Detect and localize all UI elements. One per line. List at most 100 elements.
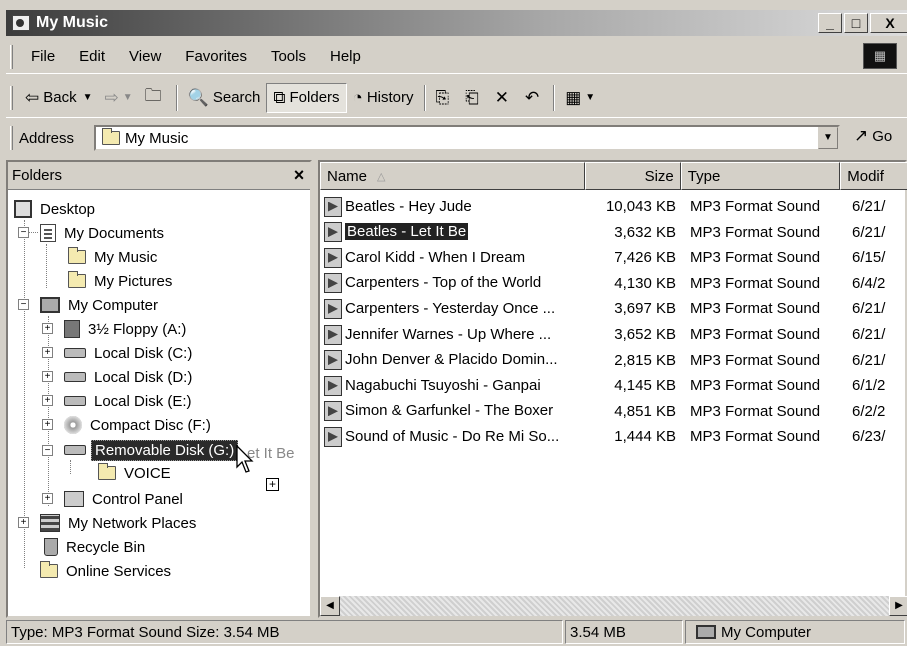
file-modified: 6/1/2 <box>852 377 886 395</box>
status-info-text: Type: MP3 Format Sound Size: 3.54 MB <box>11 623 280 641</box>
history-icon: ◔ <box>352 87 363 107</box>
tree-item-voice[interactable]: VOICE <box>98 462 174 484</box>
close-button[interactable]: X <box>870 13 907 33</box>
tree-item-removable-disk[interactable]: Removable Disk (G:) <box>64 439 239 461</box>
menu-favorites[interactable]: Favorites <box>173 48 259 65</box>
tree-item-local-disk-d[interactable]: Local Disk (D:) <box>64 366 195 388</box>
history-button[interactable]: ◔ History <box>347 83 420 113</box>
tree-item-my-pictures[interactable]: My Pictures <box>68 270 175 292</box>
search-button[interactable]: 🔍 Search <box>182 83 267 113</box>
collapse-removable-disk-icon[interactable]: − <box>42 445 53 456</box>
tree-item-online-services[interactable]: Online Services <box>40 560 174 582</box>
tree-item-label: Removable Disk (G:) <box>91 439 239 461</box>
tree-item-local-disk-e[interactable]: Local Disk (E:) <box>64 390 195 412</box>
table-row[interactable]: Simon & Garfunkel - The Boxer 4,851 KB MP3… <box>320 399 907 424</box>
back-dropdown-icon[interactable]: ▼ <box>83 92 93 103</box>
expand-local-disk-e-icon[interactable]: + <box>42 395 53 406</box>
table-row[interactable]: Jennifer Warnes - Up Where ... 3,652 KB MP… <box>320 322 907 347</box>
table-row[interactable]: Sound of Music - Do Re Mi So... 1,444 KB M… <box>320 424 907 449</box>
tree-item-my-network-places[interactable]: My Network Places <box>40 512 199 534</box>
expand-network-icon[interactable]: + <box>18 517 29 528</box>
tree-line <box>70 460 71 474</box>
address-dropdown-button[interactable]: ▼ <box>818 127 838 149</box>
forward-button[interactable]: ⇨ ▼ <box>99 83 139 113</box>
file-name: Beatles - Let It Be <box>345 223 469 241</box>
views-icon: ▦ <box>565 87 582 107</box>
file-modified: 6/21/ <box>852 198 886 215</box>
file-size: 1,444 KB <box>614 428 676 446</box>
folders-button[interactable]: ⧉ Folders <box>266 82 347 113</box>
close-pane-icon[interactable]: × <box>288 165 310 186</box>
menu-view[interactable]: View <box>117 48 173 65</box>
address-input[interactable]: My Music ▼ <box>94 125 840 151</box>
tree-item-my-documents[interactable]: My Documents <box>40 222 167 244</box>
tree-item-control-panel[interactable]: Control Panel <box>64 488 186 510</box>
tree-item-floppy[interactable]: 3½ Floppy (A:) <box>64 318 189 340</box>
tree-item-compact-disc[interactable]: Compact Disc (F:) <box>64 414 214 436</box>
status-size-text: 3.54 MB <box>570 623 626 641</box>
delete-button[interactable]: ✕ <box>489 83 519 113</box>
maximize-button[interactable]: □ <box>844 13 868 33</box>
file-name-cell: Sound of Music - Do Re Mi So... <box>320 426 586 447</box>
undo-button[interactable]: ↶ <box>519 83 549 113</box>
tree-item-desktop[interactable]: Desktop <box>14 198 98 220</box>
tree-item-my-music[interactable]: My Music <box>68 246 160 268</box>
tree-item-recycle-bin[interactable]: Recycle Bin <box>40 536 148 558</box>
expand-control-panel-icon[interactable]: + <box>42 493 53 504</box>
column-header-size[interactable]: Size <box>585 162 681 190</box>
drive-icon <box>64 372 86 382</box>
folders-pane-header: Folders × <box>8 162 310 190</box>
minimize-button[interactable]: _ <box>818 13 842 33</box>
back-button[interactable]: ⇦ Back ▼ <box>19 83 99 113</box>
forward-dropdown-icon[interactable]: ▼ <box>123 92 133 103</box>
table-row[interactable]: Nagabuchi Tsuyoshi - Ganpai 4,145 KB MP3 F… <box>320 373 907 398</box>
mp3-file-icon <box>324 375 342 396</box>
table-row[interactable]: Beatles - Hey Jude 10,043 KB MP3 Format So… <box>320 194 907 219</box>
expand-floppy-icon[interactable]: + <box>42 323 53 334</box>
mp3-file-icon <box>324 426 342 447</box>
table-row[interactable]: Carol Kidd - When I Dream 7,426 KB MP3 For… <box>320 245 907 270</box>
table-row[interactable]: John Denver & Placido Domin... 2,815 KB MP… <box>320 348 907 373</box>
menu-file[interactable]: File <box>19 48 67 65</box>
tree-item-label: Online Services <box>66 562 172 580</box>
table-row[interactable]: Carpenters - Top of the World 4,130 KB MP3… <box>320 271 907 296</box>
copy-to-icon: ⎗ <box>465 87 479 107</box>
column-size-label: Size <box>644 167 674 185</box>
sort-ascending-icon: △ <box>377 170 386 183</box>
expand-local-disk-c-icon[interactable]: + <box>42 347 53 358</box>
menu-edit[interactable]: Edit <box>67 48 117 65</box>
expand-compact-disc-icon[interactable]: + <box>42 419 53 430</box>
folders-pane-title: Folders <box>12 167 63 184</box>
table-row[interactable]: Carpenters - Yesterday Once ... 3,697 KB M… <box>320 296 907 321</box>
up-folder-icon: 🗀 <box>144 86 162 105</box>
toolbar-grip <box>10 85 13 110</box>
status-zone-text: My Computer <box>721 623 812 641</box>
move-to-button[interactable]: ⎘ <box>430 83 460 113</box>
status-bar: Type: MP3 Format Sound Size: 3.54 MB 3.5… <box>6 620 907 646</box>
copy-to-button[interactable]: ⎗ <box>459 83 489 113</box>
horizontal-scrollbar[interactable]: ◀ ▶ <box>320 596 907 616</box>
expand-local-disk-d-icon[interactable]: + <box>42 371 53 382</box>
tree-item-label: Local Disk (C:) <box>94 344 193 362</box>
scroll-left-button[interactable]: ◀ <box>320 596 340 616</box>
column-header-modified[interactable]: Modif <box>840 162 907 190</box>
file-modified: 6/21/ <box>852 223 886 241</box>
tree-line <box>24 220 25 568</box>
tree-item-local-disk-c[interactable]: Local Disk (C:) <box>64 342 195 364</box>
go-button[interactable]: ↗ Go <box>854 126 892 146</box>
scroll-right-button[interactable]: ▶ <box>889 596 907 616</box>
tree-item-label: Control Panel <box>92 490 183 508</box>
table-row[interactable]: Beatles - Let It Be 3,632 KB MP3 Format So… <box>320 220 907 245</box>
list-header: Name △ Size Type Modif <box>320 162 907 190</box>
menu-help[interactable]: Help <box>318 48 373 65</box>
menu-tools[interactable]: Tools <box>259 48 318 65</box>
title-bar[interactable]: My Music _ □ X <box>6 10 907 36</box>
tree-item-my-computer[interactable]: My Computer <box>40 294 161 316</box>
up-folder-button[interactable]: 🗀 <box>139 83 172 113</box>
collapse-my-documents-icon[interactable]: − <box>18 227 29 238</box>
history-label: History <box>366 89 414 106</box>
views-button[interactable]: ▦ ▼ <box>559 83 601 113</box>
collapse-my-computer-icon[interactable]: − <box>18 299 29 310</box>
column-header-type[interactable]: Type <box>680 162 841 190</box>
column-header-name[interactable]: Name △ <box>320 162 586 190</box>
